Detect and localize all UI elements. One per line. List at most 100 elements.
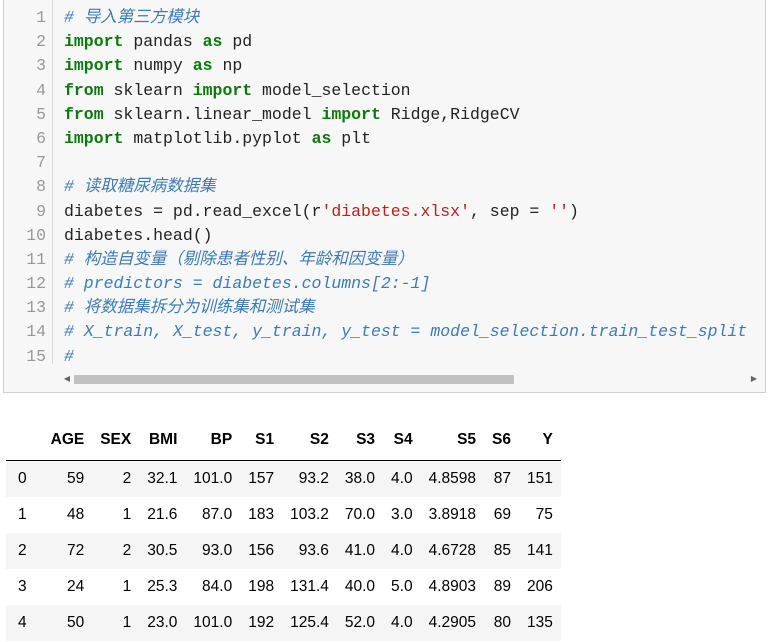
table-cell: 93.0 [202,542,233,559]
horizontal-scrollbar[interactable]: ◀ ▶ [62,372,759,386]
code-comment: # predictors = diabetes.columns[2:-1] [64,274,431,294]
code-token: Ridge,RidgeCV [380,104,520,124]
code-editor[interactable]: 1 # 导入第三方模块 2 import pandas as pd 3 import nu… [4,6,765,369]
line-number: 11 [26,249,46,269]
table-cell: 69 [493,506,511,523]
table-cell: 5.0 [391,578,413,595]
code-comment: # 导入第三方模块 [64,8,200,27]
code-line[interactable]: 12 # predictors = diabetes.columns[2:-1] [4,272,765,296]
table-cell: 206 [527,578,553,595]
scroll-right-icon[interactable]: ▶ [749,372,759,386]
code-line[interactable]: 2 import pandas as pd [4,30,765,54]
code-line[interactable]: 11 # 构造自变量（剔除患者性别、年龄和因变量） [4,248,765,272]
code-line[interactable]: 7 [4,151,765,175]
table-cell: 4.0 [391,542,413,559]
row-index: 4 [18,614,27,631]
code-comment: # X_train, X_test, y_train, y_test = mod… [64,322,748,342]
code-text: import numpy as np [64,54,242,78]
table-cell: 84.0 [202,578,233,595]
table-cell: 141 [527,542,553,559]
table-cell: 48 [66,506,85,523]
code-text: from sklearn.linear_model import Ridge,R… [64,103,520,127]
table-cell: 4.2905 [428,614,477,631]
table-cell: 4.8903 [428,578,477,595]
code-token: , sep = [469,201,550,221]
code-line[interactable]: 9 diabetes = pd.read_excel(r'diabetes.xls… [4,200,765,224]
table-cell: 25.3 [147,578,178,595]
code-string: '' [549,201,570,221]
scrollbar-thumb[interactable] [74,375,514,384]
table-cell: 93.6 [298,542,329,559]
code-line[interactable]: 5 from sklearn.linear_model import Ridge,… [4,103,765,127]
code-keyword: as [192,56,213,76]
code-keyword: as [311,128,332,148]
code-text: # X_train, X_test, y_train, y_test = mod… [64,320,747,344]
code-keyword: import [192,80,253,100]
table-cell: 41.0 [344,542,376,559]
column-header [6,420,43,461]
code-text: # [64,345,74,369]
code-string: 'diabetes.xlsx' [321,201,470,221]
row-index: 2 [18,542,27,559]
table-cell: 4.0 [391,614,413,631]
table-cell: 101.0 [193,614,233,631]
code-line[interactable]: 4 from sklearn import model_selection [4,79,765,103]
column-header: AGE [42,420,93,461]
table-cell: 52.0 [344,614,376,631]
code-line[interactable]: 3 import numpy as np [4,54,765,78]
code-token: plt [331,128,371,148]
table-cell: 103.2 [290,506,329,523]
line-number: 14 [26,322,46,342]
table-cell: 157 [248,470,275,487]
line-number: 1 [36,8,46,27]
table-cell: 192 [248,614,275,631]
table-cell: 40.0 [344,578,376,595]
line-number: 4 [36,80,46,100]
table-cell: 156 [248,542,275,559]
table-cell: 93.2 [298,470,329,487]
scroll-left-icon[interactable]: ◀ [62,372,72,386]
column-header: S6 [484,420,519,461]
code-token: pd [222,32,253,52]
table-cell: 198 [248,578,275,595]
code-comment: # [64,346,74,366]
code-cell[interactable]: 1 # 导入第三方模块 2 import pandas as pd 3 import nu… [3,0,766,393]
code-token: model_selection [252,80,411,100]
code-line[interactable]: 13 # 将数据集拆分为训练集和测试集 [4,296,765,320]
code-line[interactable]: 10 diabetes.head() [4,224,765,248]
column-header: Y [519,420,561,461]
line-number: 2 [36,32,46,52]
column-header: S4 [383,420,421,461]
table-cell: 24 [66,578,85,595]
table-cell: 1 [122,614,132,631]
code-token: np [212,56,243,76]
code-text: # 构造自变量（剔除患者性别、年龄和因变量） [64,248,414,272]
table-cell: 23.0 [147,614,178,631]
table-cell: 3.8918 [428,506,477,523]
code-line[interactable]: 6 import matplotlib.pyplot as plt [4,127,765,151]
code-line[interactable]: 15 # [4,345,765,369]
line-number: 9 [36,201,46,221]
column-header: S3 [336,420,384,461]
dataframe-output: AGE SEX BMI BP S1 S2 S3 S4 S5 S6 Y 0 59 2 32.1 101.0 15… [6,420,561,641]
code-comment: # 读取糖尿病数据集 [64,177,216,197]
code-line[interactable]: 14 # X_train, X_test, y_train, y_test = m… [4,320,765,344]
column-header: S1 [240,420,283,461]
code-keyword: import [321,104,381,124]
table-row: 4 50 1 23.0 101.0 192 125.4 52.0 4.0 4.2905 80 135 [6,605,561,641]
row-index: 3 [18,578,27,595]
code-text: diabetes.head() [64,224,213,248]
code-keyword: from [64,104,104,124]
line-number: 5 [36,104,46,124]
table-cell: 183 [248,506,275,523]
code-line[interactable]: 8 # 读取糖尿病数据集 [4,175,765,199]
code-line[interactable]: 1 # 导入第三方模块 [4,6,765,30]
code-token: sklearn.linear_model [103,104,322,124]
column-header: SEX [92,420,140,461]
code-keyword: import [64,32,124,52]
code-comment: # 将数据集拆分为训练集和测试集 [64,298,315,318]
table-cell: 72 [66,542,85,559]
table-cell: 131.4 [290,578,329,595]
table-cell: 30.5 [147,542,178,559]
table-cell: 3.0 [391,506,413,523]
